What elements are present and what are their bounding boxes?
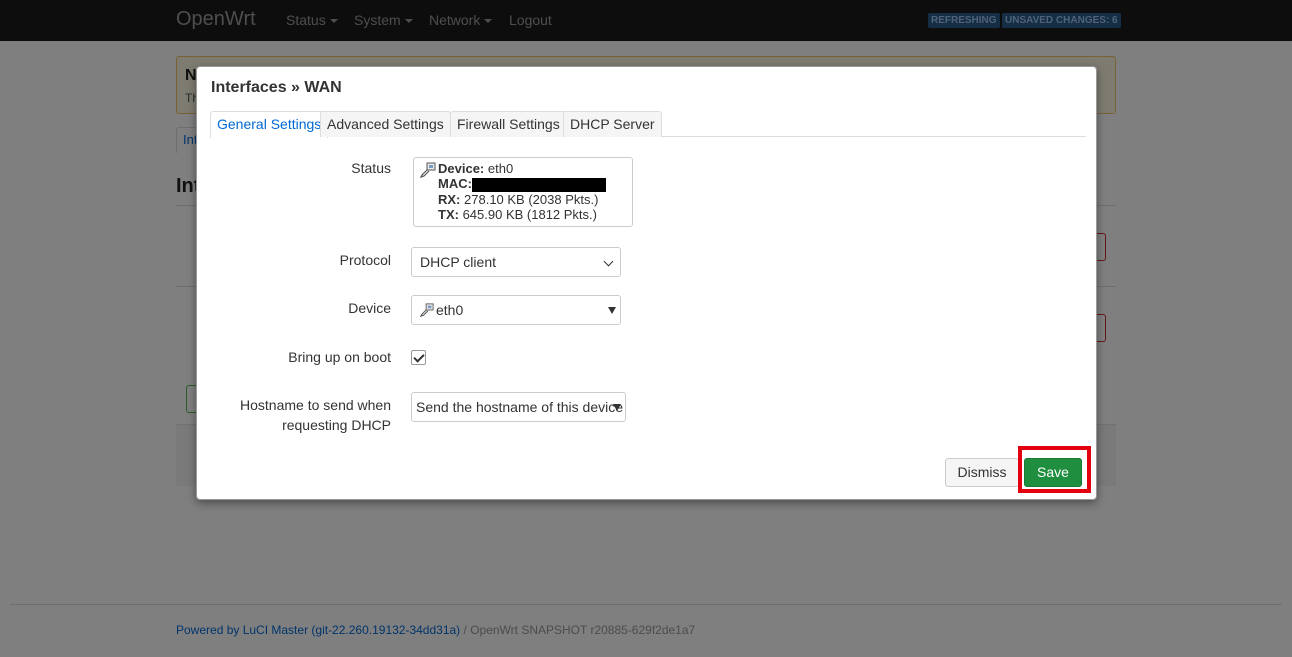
protocol-select[interactable]: DHCP client bbox=[411, 247, 621, 277]
modal-title: Interfaces » WAN bbox=[211, 79, 342, 96]
tx-key: TX: bbox=[438, 206, 459, 222]
save-highlight-box bbox=[1018, 446, 1091, 493]
boot-label: Bring up on boot bbox=[288, 349, 391, 365]
tab-general-settings[interactable]: General Settings bbox=[210, 111, 329, 138]
hostname-label: Hostname to send when requesting DHCP bbox=[211, 395, 391, 435]
hostname-label-line1: Hostname to send when bbox=[240, 397, 391, 413]
dropdown-triangle-icon bbox=[613, 404, 621, 411]
hostname-label-line2: requesting DHCP bbox=[282, 417, 391, 433]
hostname-select[interactable]: Send the hostname of this device bbox=[411, 392, 626, 422]
hostname-value: Send the hostname of this device bbox=[416, 399, 624, 415]
network-port-icon bbox=[420, 162, 436, 178]
rx-key: RX: bbox=[438, 191, 461, 207]
dismiss-button[interactable]: Dismiss bbox=[945, 458, 1019, 487]
mac-redacted bbox=[471, 177, 606, 192]
device-select[interactable]: eth0 bbox=[411, 295, 621, 325]
dropdown-triangle-icon bbox=[608, 307, 616, 314]
tab-dhcp-server[interactable]: DHCP Server bbox=[563, 111, 662, 137]
interface-edit-modal: Interfaces » WAN General Settings Advanc… bbox=[196, 66, 1097, 500]
device-value: eth0 bbox=[487, 161, 514, 176]
device-label: Device bbox=[348, 300, 391, 316]
protocol-value: DHCP client bbox=[420, 254, 496, 270]
protocol-label: Protocol bbox=[339, 252, 391, 268]
device-value-select: eth0 bbox=[436, 302, 464, 318]
tab-firewall-settings[interactable]: Firewall Settings bbox=[450, 111, 567, 137]
mac-key: MAC: bbox=[438, 176, 472, 191]
chevron-down-icon bbox=[603, 256, 614, 267]
status-label: Status bbox=[351, 160, 391, 176]
device-key: Device: bbox=[438, 161, 485, 176]
modal-tabs: General Settings Advanced Settings Firew… bbox=[210, 111, 1086, 138]
rx-value: 278.10 KB (2038 Pkts.) bbox=[464, 191, 599, 207]
tx-value: 645.90 KB (1812 Pkts.) bbox=[462, 206, 597, 222]
network-port-icon bbox=[420, 303, 434, 317]
bring-up-on-boot-checkbox[interactable] bbox=[411, 350, 426, 365]
status-box: Device: eth0 MAC: RX: 278.10 KB (2038 Pk… bbox=[413, 157, 633, 227]
tab-advanced-settings[interactable]: Advanced Settings bbox=[320, 111, 451, 137]
